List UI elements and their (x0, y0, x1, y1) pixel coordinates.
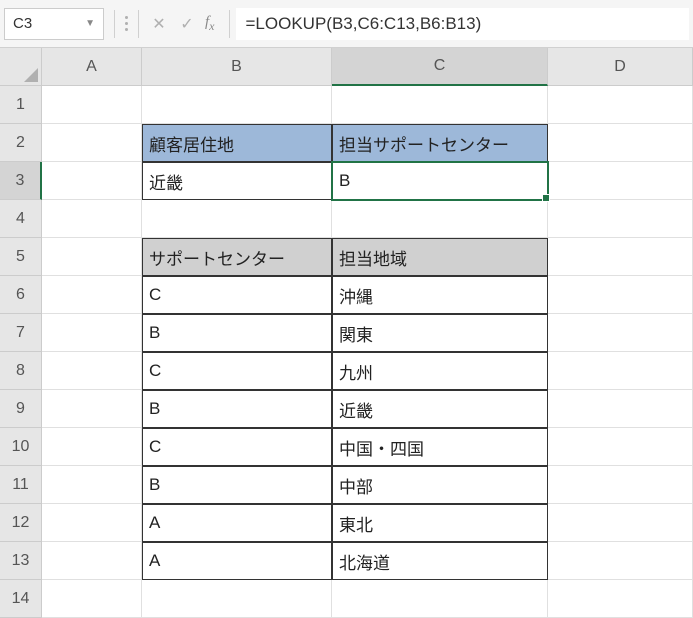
cell-C7[interactable]: 関東 (332, 314, 548, 352)
name-box-value: C3 (13, 15, 32, 32)
cell-A14[interactable] (42, 580, 142, 618)
row-header-13[interactable]: 13 (0, 542, 42, 580)
cell-C9[interactable]: 近畿 (332, 390, 548, 428)
cell-C3[interactable]: B (332, 162, 548, 200)
row-header-3[interactable]: 3 (0, 162, 42, 200)
cell-A13[interactable] (42, 542, 142, 580)
cell-A11[interactable] (42, 466, 142, 504)
cell-B13[interactable]: A (142, 542, 332, 580)
row-header-8[interactable]: 8 (0, 352, 42, 390)
cell-C12[interactable]: 東北 (332, 504, 548, 542)
cell-C2[interactable]: 担当サポートセンター (332, 124, 548, 162)
cell-B6[interactable]: C (142, 276, 332, 314)
cell-B9[interactable]: B (142, 390, 332, 428)
cell-B4[interactable] (142, 200, 332, 238)
cell-C14[interactable] (332, 580, 548, 618)
cancel-formula-button[interactable]: ✕ (145, 10, 173, 38)
fx-icon[interactable]: fx (205, 14, 215, 34)
cell-D12[interactable] (548, 504, 693, 542)
cell-B5[interactable]: サポートセンター (142, 238, 332, 276)
cell-D14[interactable] (548, 580, 693, 618)
cell-D13[interactable] (548, 542, 693, 580)
expand-dots-icon[interactable] (125, 16, 128, 31)
cell-C8[interactable]: 九州 (332, 352, 548, 390)
row-header-9[interactable]: 9 (0, 390, 42, 428)
spreadsheet-grid: A B C D 1 2 顧客居住地 担当サポートセンター 3 近畿 B 4 5 … (0, 48, 693, 618)
cell-D11[interactable] (548, 466, 693, 504)
row-header-14[interactable]: 14 (0, 580, 42, 618)
cell-A10[interactable] (42, 428, 142, 466)
cell-D6[interactable] (548, 276, 693, 314)
cell-B2[interactable]: 顧客居住地 (142, 124, 332, 162)
cell-C4[interactable] (332, 200, 548, 238)
row-header-2[interactable]: 2 (0, 124, 42, 162)
cell-B11[interactable]: B (142, 466, 332, 504)
cell-D2[interactable] (548, 124, 693, 162)
col-header-B[interactable]: B (142, 48, 332, 86)
cell-C6[interactable]: 沖縄 (332, 276, 548, 314)
cell-D3[interactable] (548, 162, 693, 200)
row-header-7[interactable]: 7 (0, 314, 42, 352)
cell-D5[interactable] (548, 238, 693, 276)
divider (114, 10, 115, 38)
cell-A7[interactable] (42, 314, 142, 352)
enter-formula-button[interactable]: ✓ (173, 10, 201, 38)
cell-A6[interactable] (42, 276, 142, 314)
formula-input[interactable]: =LOOKUP(B3,C6:C13,B6:B13) (236, 8, 690, 40)
cell-A8[interactable] (42, 352, 142, 390)
divider (138, 10, 139, 38)
cell-B8[interactable]: C (142, 352, 332, 390)
cell-C11[interactable]: 中部 (332, 466, 548, 504)
cell-C5[interactable]: 担当地域 (332, 238, 548, 276)
name-box[interactable]: C3 ▼ (4, 8, 104, 40)
row-header-10[interactable]: 10 (0, 428, 42, 466)
divider (229, 10, 230, 38)
cell-D9[interactable] (548, 390, 693, 428)
cell-B14[interactable] (142, 580, 332, 618)
cell-D4[interactable] (548, 200, 693, 238)
cell-B7[interactable]: B (142, 314, 332, 352)
cell-A3[interactable] (42, 162, 142, 200)
col-header-D[interactable]: D (548, 48, 693, 86)
cell-A1[interactable] (42, 86, 142, 124)
cell-A12[interactable] (42, 504, 142, 542)
col-header-C[interactable]: C (332, 48, 548, 86)
cell-C13[interactable]: 北海道 (332, 542, 548, 580)
select-all-corner[interactable] (0, 48, 42, 86)
row-header-4[interactable]: 4 (0, 200, 42, 238)
row-header-1[interactable]: 1 (0, 86, 42, 124)
cell-B10[interactable]: C (142, 428, 332, 466)
name-box-dropdown-icon[interactable]: ▼ (85, 18, 95, 29)
cell-D8[interactable] (548, 352, 693, 390)
row-header-12[interactable]: 12 (0, 504, 42, 542)
cell-A2[interactable] (42, 124, 142, 162)
cell-C1[interactable] (332, 86, 548, 124)
cell-D10[interactable] (548, 428, 693, 466)
cell-B1[interactable] (142, 86, 332, 124)
formula-bar: C3 ▼ ✕ ✓ fx =LOOKUP(B3,C6:C13,B6:B13) (0, 0, 693, 48)
cell-C10[interactable]: 中国・四国 (332, 428, 548, 466)
row-header-11[interactable]: 11 (0, 466, 42, 504)
cell-A9[interactable] (42, 390, 142, 428)
cell-D1[interactable] (548, 86, 693, 124)
row-header-6[interactable]: 6 (0, 276, 42, 314)
cell-B3[interactable]: 近畿 (142, 162, 332, 200)
cell-B12[interactable]: A (142, 504, 332, 542)
cell-D7[interactable] (548, 314, 693, 352)
col-header-A[interactable]: A (42, 48, 142, 86)
cell-A5[interactable] (42, 238, 142, 276)
formula-text: =LOOKUP(B3,C6:C13,B6:B13) (246, 14, 482, 34)
row-header-5[interactable]: 5 (0, 238, 42, 276)
cell-A4[interactable] (42, 200, 142, 238)
